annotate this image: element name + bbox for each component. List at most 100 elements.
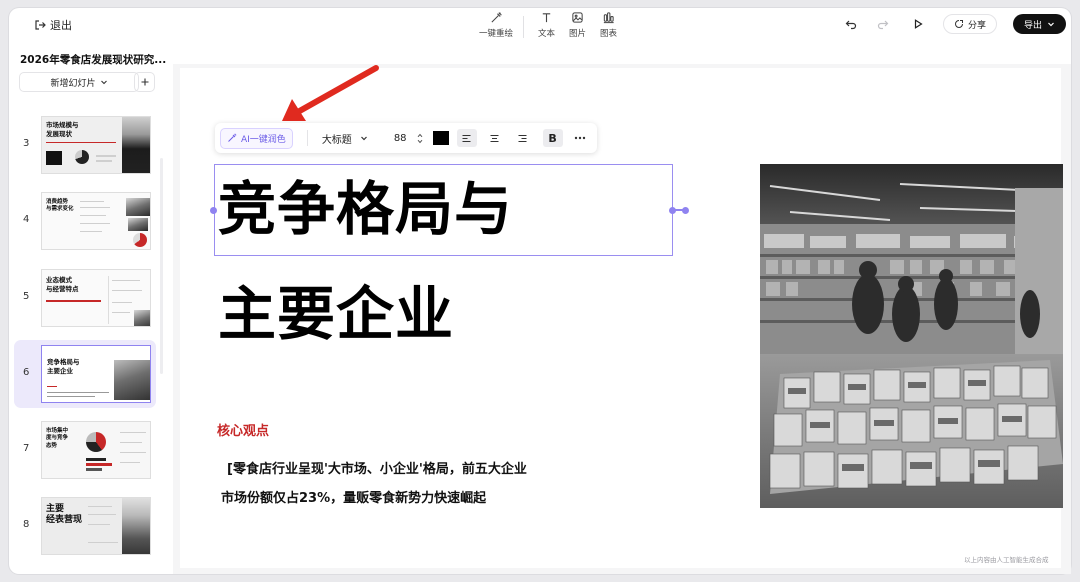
core-view-line1: [零食店行业呈现'大市场、小企业'格局，前五大企业 bbox=[227, 462, 527, 477]
thumb-line bbox=[112, 312, 130, 313]
document-title[interactable]: 2026年零食店发展现状研究... bbox=[20, 52, 166, 67]
thumb-line bbox=[96, 155, 116, 157]
store-photo[interactable] bbox=[760, 164, 1063, 508]
thumb-rule bbox=[46, 142, 116, 143]
tool-redraw[interactable]: 一键重绘 bbox=[479, 11, 513, 39]
new-slide-button[interactable]: 新增幻灯片 bbox=[19, 72, 139, 92]
thumb-bar bbox=[86, 468, 102, 471]
play-button[interactable] bbox=[905, 14, 931, 34]
rotate-handle[interactable] bbox=[682, 207, 689, 214]
share-button[interactable]: 分享 bbox=[943, 14, 998, 34]
text-style-select[interactable]: 大标题 bbox=[322, 131, 368, 146]
thumb-photo bbox=[114, 360, 150, 400]
export-label: 导出 bbox=[1024, 20, 1043, 31]
font-size-stepper[interactable] bbox=[417, 133, 423, 144]
thumb-title: 消费趋势 与需求变化 bbox=[46, 199, 74, 213]
tool-text-label: 文本 bbox=[538, 29, 556, 39]
align-center-button[interactable] bbox=[485, 129, 505, 147]
slide-number: 7 bbox=[23, 443, 30, 454]
tool-image-label: 图片 bbox=[569, 29, 587, 39]
thumb-line bbox=[112, 290, 142, 291]
tool-chart[interactable]: 图表 bbox=[600, 11, 617, 39]
thumb-title: 业态模式 与经营特点 bbox=[46, 276, 79, 293]
chevron-down-icon[interactable] bbox=[417, 139, 423, 144]
slide-thumbnail-8[interactable]: 8 主要 经表营现 bbox=[14, 492, 156, 560]
exit-icon bbox=[35, 20, 46, 30]
align-left-icon bbox=[462, 134, 471, 142]
tool-image[interactable]: 图片 bbox=[569, 11, 586, 39]
thumb-photo bbox=[134, 310, 150, 326]
slide-preview: 市场规模与 发展现状 bbox=[41, 116, 151, 174]
chevron-down-icon bbox=[360, 136, 367, 141]
font-size-value[interactable]: 88 bbox=[394, 133, 407, 144]
thumb-title: 市场规模与 发展现状 bbox=[46, 121, 79, 138]
text-color-swatch[interactable] bbox=[432, 131, 449, 145]
text-format-toolbar: AI一键润色 大标题 88 B bbox=[215, 123, 597, 153]
ai-generated-note: 以上内容由人工智能生成合成 bbox=[964, 556, 1049, 564]
slide-preview: 竞争格局与 主要企业 bbox=[41, 345, 151, 403]
thumb-bar bbox=[86, 458, 106, 461]
exit-label: 退出 bbox=[50, 19, 72, 32]
resize-handle-left[interactable] bbox=[210, 207, 217, 214]
thumb-line bbox=[47, 396, 95, 397]
snack-store-image bbox=[760, 164, 1063, 508]
thumb-line bbox=[88, 506, 112, 507]
image-icon bbox=[572, 12, 583, 23]
ai-polish-button[interactable]: AI一键润色 bbox=[220, 127, 293, 149]
exit-button[interactable]: 退出 bbox=[34, 17, 72, 33]
tool-chart-label: 图表 bbox=[600, 29, 618, 39]
thumb-rule bbox=[46, 300, 101, 302]
slide-thumbnail-7[interactable]: 7 市场集中 度与竞争 态势 bbox=[14, 416, 156, 484]
text-icon bbox=[542, 13, 551, 23]
chevron-down-icon bbox=[1048, 22, 1054, 27]
thumb-line bbox=[112, 302, 132, 303]
thumb-block bbox=[46, 151, 62, 165]
export-button[interactable]: 导出 bbox=[1013, 14, 1067, 34]
slide-number: 4 bbox=[23, 214, 30, 225]
redo-icon bbox=[877, 20, 889, 30]
thumb-line bbox=[112, 280, 140, 281]
chevron-up-icon[interactable] bbox=[417, 133, 423, 138]
align-right-icon bbox=[518, 134, 527, 142]
slide-number: 8 bbox=[23, 519, 30, 530]
thumb-bar bbox=[86, 463, 112, 466]
slide-number: 3 bbox=[23, 138, 30, 149]
thumb-line bbox=[80, 231, 102, 232]
redo-button[interactable] bbox=[870, 14, 896, 34]
align-right-button[interactable] bbox=[513, 129, 533, 147]
slide-number: 5 bbox=[23, 291, 30, 302]
toolbar-divider bbox=[306, 130, 308, 146]
tool-text[interactable]: 文本 bbox=[538, 11, 555, 39]
add-slide-button[interactable] bbox=[134, 72, 155, 92]
chevron-down-icon bbox=[100, 80, 107, 85]
more-button[interactable] bbox=[571, 129, 589, 147]
thumb-pie bbox=[75, 150, 89, 164]
thumb-line bbox=[120, 432, 146, 433]
plus-icon bbox=[141, 78, 148, 86]
slide-title-line2[interactable]: 主要企业 bbox=[218, 276, 454, 352]
slide-thumbnail-4[interactable]: 4 消费趋势 与需求变化 bbox=[14, 187, 156, 255]
slide-number: 6 bbox=[23, 367, 30, 378]
thumb-line bbox=[80, 215, 106, 216]
slide-thumbnail-5[interactable]: 5 业态模式 与经营特点 bbox=[14, 264, 156, 332]
core-view-text[interactable]: [零食店行业呈现'大市场、小企业'格局，前五大企业 市场份额仅占23%，量贩零食… bbox=[221, 455, 681, 513]
thumb-line bbox=[120, 452, 146, 453]
bold-button[interactable]: B bbox=[542, 129, 563, 147]
slide-thumbnail-6[interactable]: 6 竞争格局与 主要企业 bbox=[14, 340, 156, 408]
slide-thumbnail-3[interactable]: 3 市场规模与 发展现状 bbox=[14, 111, 156, 179]
thumb-title: 主要 经表营现 bbox=[46, 504, 83, 525]
thumb-portrait bbox=[122, 498, 150, 554]
slide-title-line1[interactable]: 竞争格局与 bbox=[218, 171, 513, 247]
align-left-button[interactable] bbox=[456, 129, 477, 147]
sidebar-scrollbar[interactable] bbox=[160, 158, 163, 374]
thumb-photo bbox=[128, 218, 148, 231]
thumb-donut bbox=[133, 233, 147, 247]
new-slide-label: 新增幻灯片 bbox=[50, 78, 96, 89]
undo-button[interactable] bbox=[838, 14, 864, 34]
core-view-line2: 市场份额仅占23%，量贩零食新势力快速崛起 bbox=[221, 491, 487, 506]
thumb-pie bbox=[86, 432, 106, 452]
thumb-line bbox=[120, 442, 142, 443]
core-view-label[interactable]: 核心观点 bbox=[217, 420, 269, 439]
thumb-label bbox=[47, 386, 57, 387]
toolbar-divider bbox=[523, 16, 525, 38]
